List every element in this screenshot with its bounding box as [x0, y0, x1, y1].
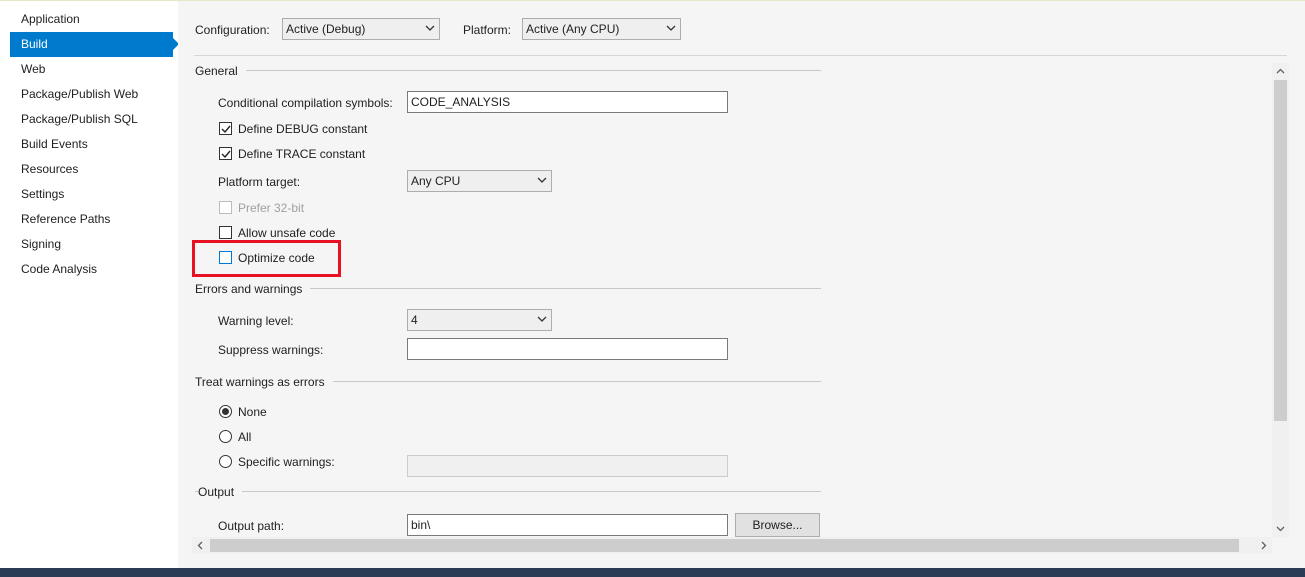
checkmark-icon — [221, 125, 231, 134]
configuration-label: Configuration: — [195, 23, 270, 37]
output-section-title: Output — [198, 484, 243, 500]
treat-none-radio[interactable] — [219, 405, 232, 418]
chevron-down-icon — [535, 310, 549, 330]
treat-specific-label: Specific warnings: — [238, 455, 335, 469]
sidebar-item-build-events[interactable]: Build Events — [10, 132, 173, 157]
scroll-up-button[interactable] — [1272, 63, 1289, 80]
sidebar-item-web[interactable]: Web — [10, 57, 173, 82]
chevron-up-icon — [1276, 68, 1285, 74]
optimize-code-highlight — [192, 240, 341, 277]
warning-level-label: Warning level: — [218, 314, 294, 328]
chevron-right-icon — [1261, 541, 1267, 550]
prefer-32bit-label: Prefer 32-bit — [238, 201, 305, 215]
vertical-scrollbar[interactable] — [1272, 63, 1289, 538]
platform-target-value: Any CPU — [411, 174, 461, 188]
platform-dropdown[interactable]: Active (Any CPU) — [522, 18, 681, 40]
platform-value: Active (Any CPU) — [526, 22, 620, 36]
chevron-down-icon — [1276, 526, 1285, 532]
treat-specific-radio[interactable] — [219, 455, 232, 468]
specific-warnings-input[interactable] — [407, 455, 728, 477]
configuration-value: Active (Debug) — [286, 22, 366, 36]
checkmark-icon — [221, 150, 231, 159]
sidebar-item-application[interactable]: Application — [10, 7, 173, 32]
configuration-dropdown[interactable]: Active (Debug) — [282, 18, 440, 40]
chevron-down-icon — [535, 171, 549, 191]
scroll-left-button[interactable] — [192, 537, 209, 554]
symbols-input[interactable]: CODE_ANALYSIS — [407, 91, 728, 113]
prefer-32bit-checkbox[interactable] — [219, 201, 232, 214]
chevron-down-icon — [664, 19, 678, 39]
horizontal-scrollbar[interactable] — [192, 537, 1272, 554]
status-bar-edge — [0, 568, 1305, 577]
define-debug-label: Define DEBUG constant — [238, 122, 368, 136]
symbols-label: Conditional compilation symbols: — [218, 96, 393, 110]
errors-section-title: Errors and warnings — [195, 281, 311, 297]
output-divider — [195, 491, 821, 492]
sidebar-item-signing[interactable]: Signing — [10, 232, 173, 257]
build-page — [178, 1, 1305, 568]
vertical-scroll-thumb[interactable] — [1274, 80, 1287, 421]
output-path-input[interactable]: bin\ — [407, 514, 728, 536]
sidebar-item-package-publish-web[interactable]: Package/Publish Web — [10, 82, 173, 107]
header-divider — [194, 55, 1287, 56]
platform-target-dropdown[interactable]: Any CPU — [407, 170, 552, 192]
platform-target-label: Platform target: — [218, 175, 301, 189]
warning-level-value: 4 — [411, 313, 418, 327]
chevron-left-icon — [197, 541, 203, 550]
warning-level-dropdown[interactable]: 4 — [407, 309, 552, 331]
treat-none-label: None — [238, 405, 267, 419]
define-trace-label: Define TRACE constant — [238, 147, 366, 161]
general-divider — [195, 70, 821, 71]
scroll-right-button[interactable] — [1255, 537, 1272, 554]
allow-unsafe-checkbox[interactable] — [219, 226, 232, 239]
horizontal-scroll-thumb[interactable] — [210, 539, 1239, 552]
define-debug-checkbox[interactable] — [219, 122, 232, 135]
suppress-warnings-input[interactable] — [407, 338, 728, 360]
scroll-down-button[interactable] — [1272, 521, 1289, 538]
define-trace-checkbox[interactable] — [219, 147, 232, 160]
platform-label: Platform: — [463, 23, 512, 37]
browse-button[interactable]: Browse... — [735, 513, 820, 537]
radio-selected-dot — [222, 408, 229, 415]
suppress-warnings-label: Suppress warnings: — [218, 343, 324, 357]
sidebar: Application Build Web Package/Publish We… — [0, 1, 178, 568]
chevron-down-icon — [423, 19, 437, 39]
sidebar-item-resources[interactable]: Resources — [10, 157, 173, 182]
general-section-title: General — [195, 63, 246, 79]
sidebar-item-code-analysis[interactable]: Code Analysis — [10, 257, 173, 282]
output-path-label: Output path: — [218, 519, 285, 533]
sidebar-item-settings[interactable]: Settings — [10, 182, 173, 207]
treat-all-label: All — [238, 430, 252, 444]
sidebar-item-package-publish-sql[interactable]: Package/Publish SQL — [10, 107, 173, 132]
treat-section-title: Treat warnings as errors — [195, 374, 333, 390]
allow-unsafe-label: Allow unsafe code — [238, 226, 336, 240]
treat-all-radio[interactable] — [219, 430, 232, 443]
sidebar-item-build[interactable]: Build — [10, 32, 173, 57]
sidebar-item-reference-paths[interactable]: Reference Paths — [10, 207, 173, 232]
